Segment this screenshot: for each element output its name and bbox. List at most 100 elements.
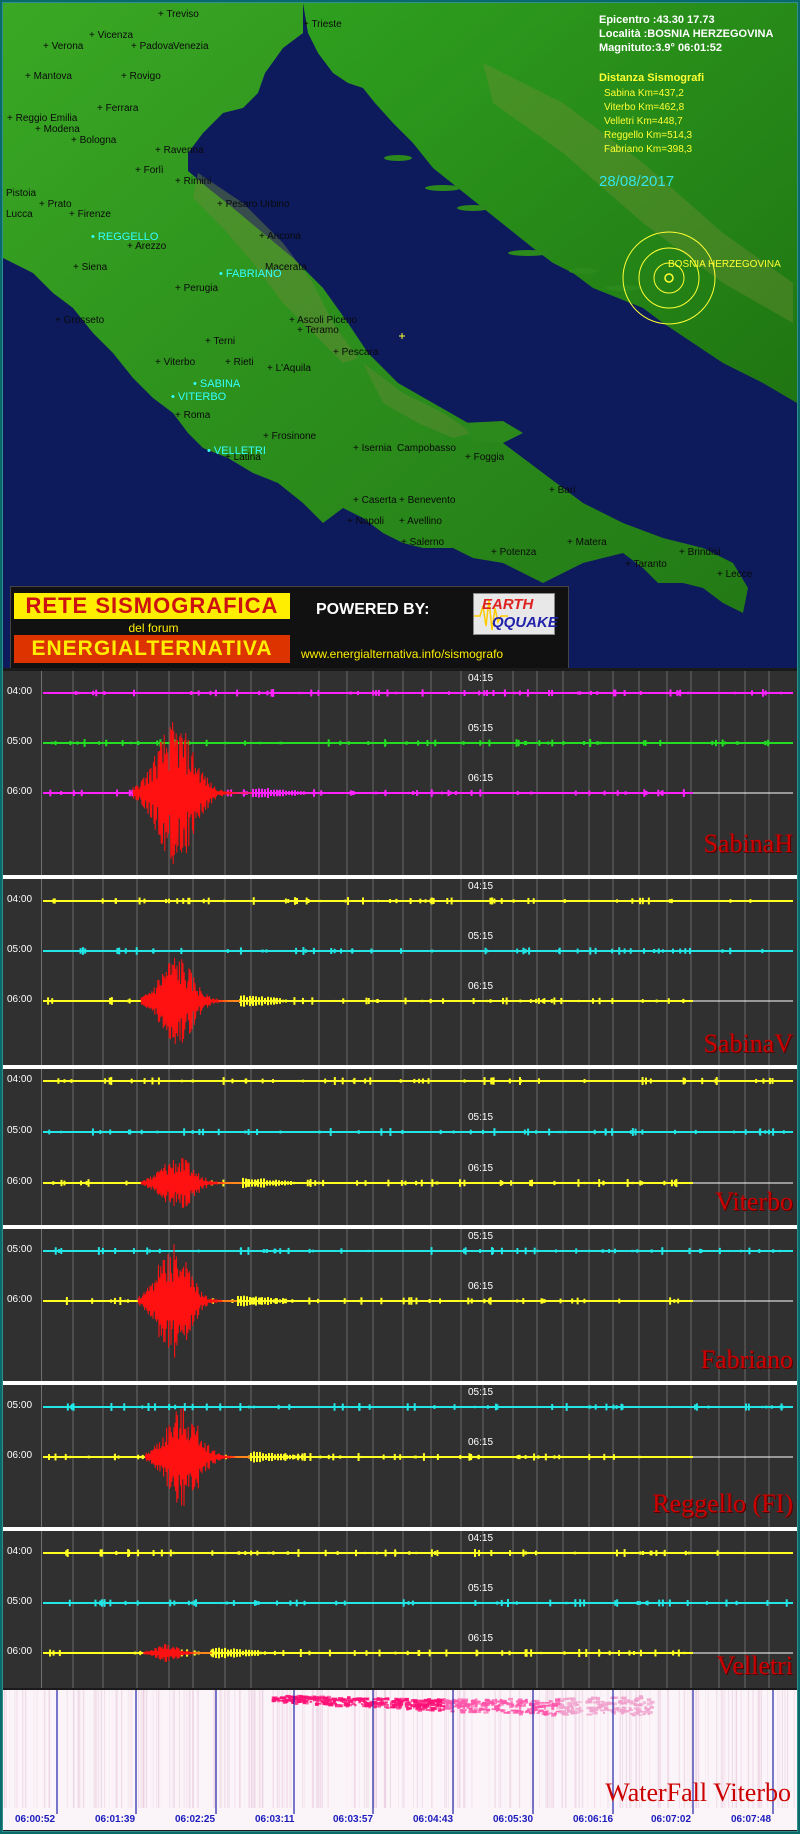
- city-laquila: + L'Aquila: [267, 363, 311, 374]
- quarter-hour-label: 05:15: [468, 1387, 494, 1398]
- city-lucca: Lucca: [6, 209, 33, 220]
- waterfall-time-tick: 06:07:48: [731, 1814, 772, 1825]
- epicenter-map: Epicentro :43.30 17.73 Località :BOSNIA …: [3, 3, 797, 668]
- city-prato: + Prato: [39, 199, 72, 210]
- city-isernia: + Isernia: [353, 443, 392, 454]
- city-salerno: + Salerno: [401, 537, 445, 548]
- station-name-label: Viterbo: [715, 1187, 793, 1216]
- city-bari: + Bari: [549, 485, 576, 496]
- seismo-panel-sabinav: 04:00 05:00 06:00 04:15 05:15 06:15 SabinaV: [3, 879, 797, 1065]
- seismo-trace-graphic: [43, 1069, 793, 1225]
- city-vicenza: + Vicenza: [89, 30, 134, 41]
- city-grosseto: + Grosseto: [55, 315, 105, 326]
- waterfall-time-tick: 06:01:39: [95, 1814, 136, 1825]
- city-ravenna: + Ravenna: [155, 145, 204, 156]
- city-ancona: + Ancona: [259, 231, 301, 242]
- city-rovigo: + Rovigo: [121, 71, 161, 82]
- hour-label: 06:00: [7, 1450, 33, 1461]
- station-velletri: • VELLETRI: [207, 445, 266, 457]
- quarter-hour-label: 06:15: [468, 1437, 494, 1448]
- logo-quake: QQUAKE: [492, 614, 558, 631]
- city-trieste: + Trieste: [303, 19, 342, 30]
- station-fabriano: • FABRIANO: [219, 268, 282, 280]
- city-taranto: + Taranto: [625, 559, 667, 570]
- city-treviso: + Treviso: [158, 9, 199, 20]
- city-frosinone: + Frosinone: [263, 431, 317, 442]
- hour-label: 06:00: [7, 1646, 33, 1657]
- city-siena: + Siena: [73, 262, 108, 273]
- hour-label: 05:00: [7, 1125, 33, 1136]
- banner-url-link[interactable]: www.energialternativa.info/sismografo: [301, 647, 503, 661]
- quarter-hour-label: 05:15: [468, 1231, 494, 1242]
- distance-fabriano: Fabriano Km=398,3: [604, 144, 693, 155]
- quarter-hour-label: 06:15: [468, 981, 494, 992]
- quarter-hour-label: 05:15: [468, 1583, 494, 1594]
- seismo-panel-reggello-fi: 05:00 06:00 05:15 06:15 Reggello (FI): [3, 1385, 797, 1527]
- hour-gutter: [3, 671, 42, 875]
- banner-energia-title: ENERGIALTERNATIVA: [14, 635, 290, 663]
- city-benevento: + Benevento: [399, 495, 456, 506]
- station-name-label: SabinaV: [703, 1029, 793, 1058]
- city-pescara: + Pescara: [333, 347, 379, 358]
- banner-rete-title: RETE SISMOGRAFICA: [14, 593, 290, 619]
- hour-label: 06:00: [7, 1176, 33, 1187]
- hour-label: 05:00: [7, 736, 33, 747]
- waterfall-graphic: [3, 1690, 795, 1814]
- city-teramo: + Teramo: [297, 325, 339, 336]
- waterfall-time-tick: 06:07:02: [651, 1814, 692, 1825]
- seismo-trace-graphic: [43, 1531, 793, 1688]
- network-banner: RETE SISMOGRAFICA del forum ENERGIALTERN…: [10, 586, 569, 668]
- quarter-hour-label: 06:15: [468, 1163, 494, 1174]
- city-potenza: + Potenza: [491, 547, 537, 558]
- hour-gutter: [3, 1069, 42, 1225]
- station-name-label: Reggello (FI): [652, 1489, 793, 1518]
- quarter-hour-label: 06:15: [468, 1633, 494, 1644]
- city-campobasso: Campobasso: [397, 443, 456, 454]
- epicenter-label: BOSNIA HERZEGOVINA: [668, 259, 781, 270]
- station-sabina: • SABINA: [193, 378, 241, 390]
- logo-earth: EARTH: [482, 596, 534, 613]
- city-foggia: + Foggia: [465, 452, 505, 463]
- waterfall-time-tick: 06:03:57: [333, 1814, 374, 1825]
- city-rimini: + Rimini: [175, 176, 212, 187]
- city-lecce: + Lecce: [717, 569, 753, 580]
- hour-gutter: [3, 879, 42, 1065]
- quarter-hour-label: 05:15: [468, 1112, 494, 1123]
- city-avellino: + Avellino: [399, 516, 442, 527]
- waterfall-time-tick: 06:06:16: [573, 1814, 614, 1825]
- city-padova: + Padova: [131, 41, 174, 52]
- seismo-panel-viterbo: 04:00 05:00 06:00 04:15 05:15 06:15 Viterbo: [3, 1069, 797, 1225]
- hour-label: 06:00: [7, 994, 33, 1005]
- city-ferrara: + Ferrara: [97, 103, 139, 114]
- distance-viterbo: Viterbo Km=462,8: [604, 102, 685, 113]
- hour-label: 05:00: [7, 1400, 33, 1411]
- waterfall-time-tick: 06:04:43: [413, 1814, 454, 1825]
- quarter-hour-label: 05:15: [468, 723, 494, 734]
- station-name-label: Velletri: [716, 1651, 793, 1680]
- hour-label: 04:00: [7, 1074, 33, 1085]
- station-reggello: • REGGELLO: [91, 231, 159, 243]
- waterfall-time-tick: 06:05:30: [493, 1814, 534, 1825]
- quarter-hour-label: 04:15: [468, 881, 494, 892]
- city-brindisi: + Brindisi: [679, 547, 721, 558]
- waterfall-spectrogram: 06:00:52 06:01:39 06:02:25 06:03:11 06:03:57…: [3, 1690, 797, 1830]
- hour-label: 06:00: [7, 1294, 33, 1305]
- station-name-label: Fabriano: [700, 1345, 793, 1374]
- banner-forum: del forum: [128, 621, 179, 635]
- quarter-hour-label: 05:15: [468, 931, 494, 942]
- city-bologna: + Bologna: [71, 135, 117, 146]
- city-roma: + Roma: [175, 410, 211, 421]
- magnitudo-text: Magnituto:3.9° 06:01:52: [599, 42, 722, 54]
- seismo-trace-graphic: [43, 1229, 793, 1381]
- city-rieti: + Rieti: [225, 357, 254, 368]
- seismo-panel-fabriano: 05:00 06:00 05:15 06:15 Fabriano: [3, 1229, 797, 1381]
- city-firenze: + Firenze: [69, 209, 111, 220]
- earthquake-logo: EARTH QQUAKE: [473, 593, 558, 635]
- quarter-hour-label: 04:15: [468, 1533, 494, 1544]
- city-viterbo: + Viterbo: [155, 357, 196, 368]
- hour-label: 05:00: [7, 1596, 33, 1607]
- hour-label: 05:00: [7, 944, 33, 955]
- city-pistoia: Pistoia: [6, 188, 37, 199]
- waterfall-time-tick: 06:02:25: [175, 1814, 216, 1825]
- waterfall-title: WaterFall Viterbo: [605, 1778, 791, 1807]
